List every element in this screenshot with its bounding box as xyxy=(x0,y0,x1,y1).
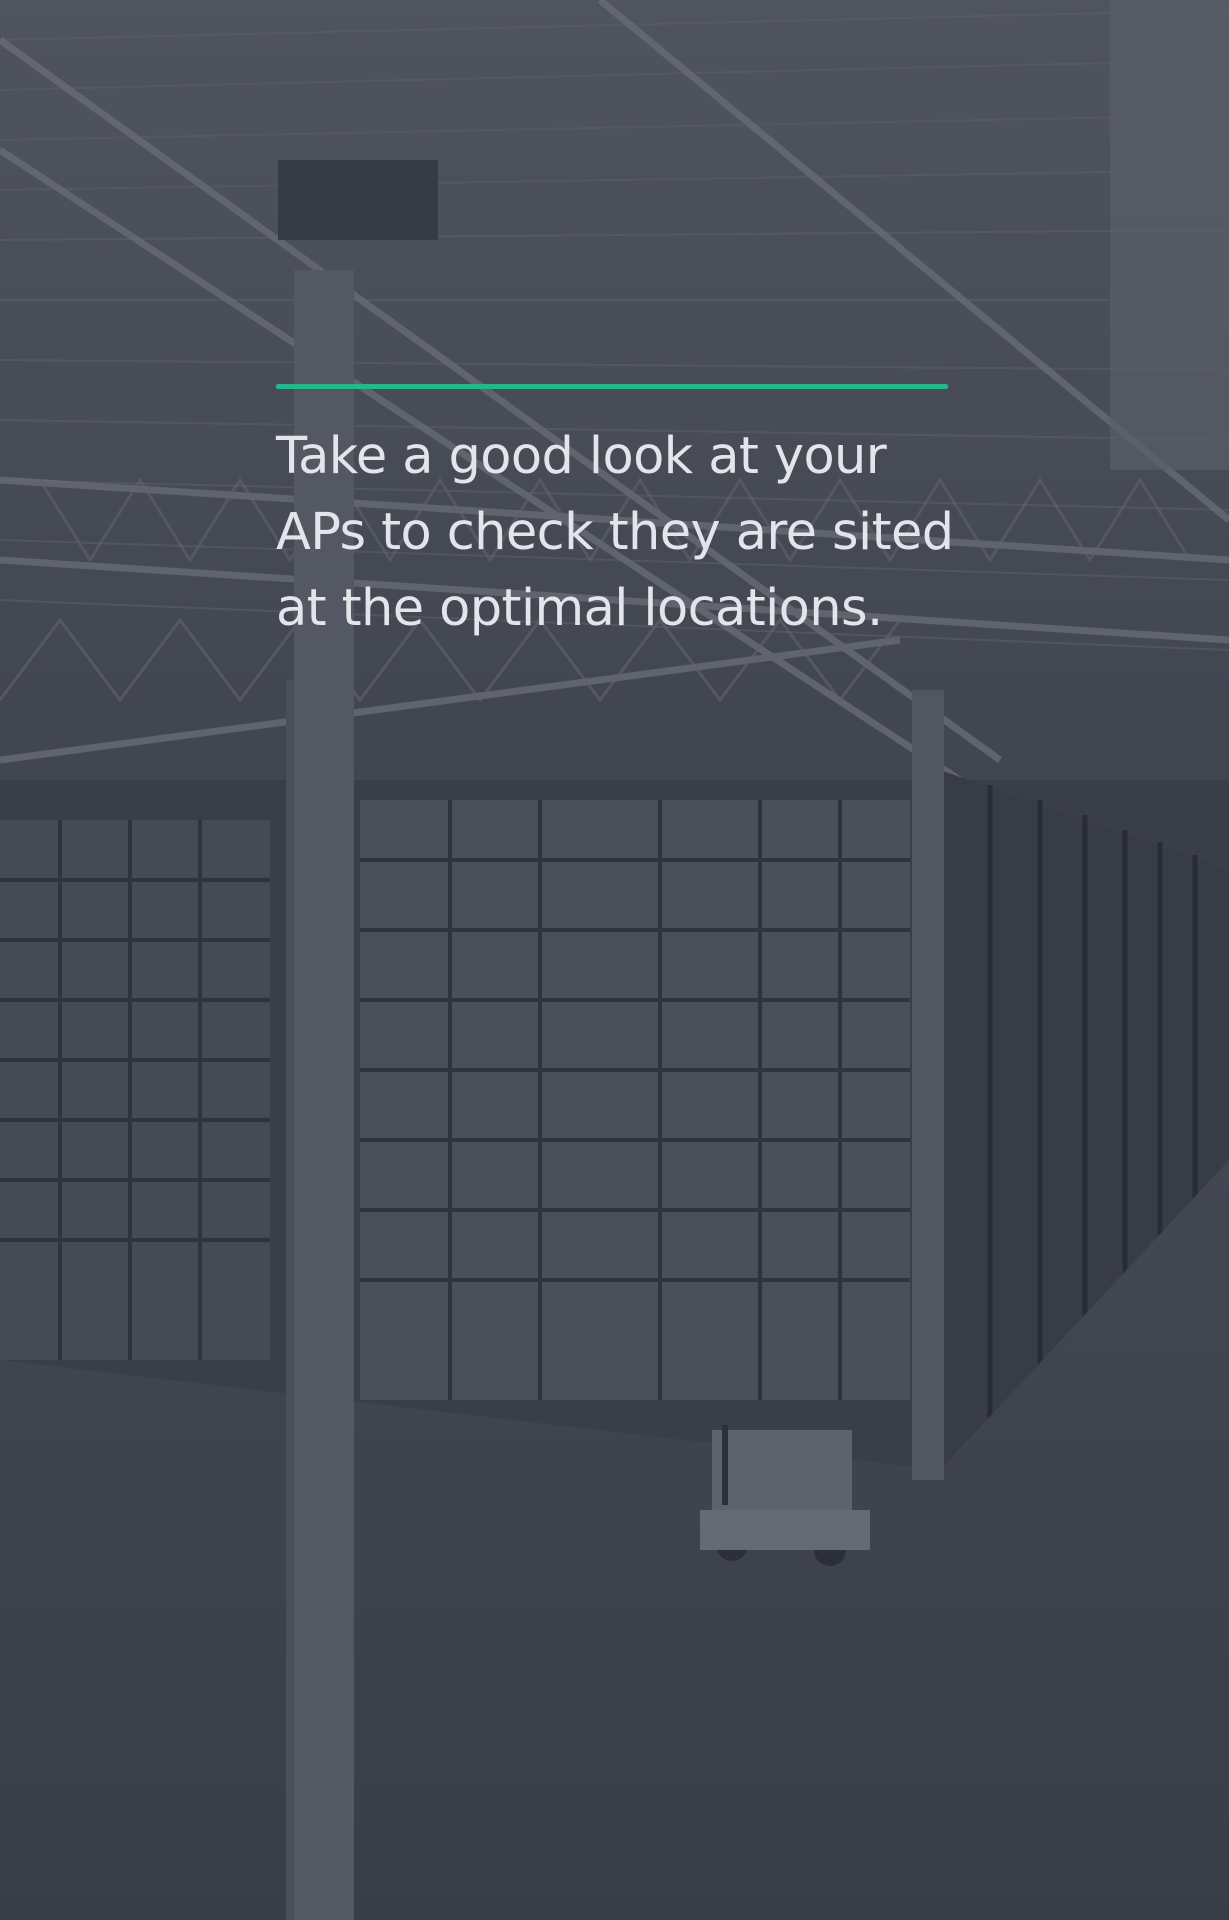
overlay-tint xyxy=(0,0,1229,1920)
warehouse-background-image xyxy=(0,0,1229,1920)
accent-divider xyxy=(276,384,948,389)
caption-block: Take a good look at your APs to check th… xyxy=(276,384,954,647)
headline-line-3: at the optimal locations. xyxy=(276,579,883,638)
headline-line-2: APs to check they are sited xyxy=(276,503,954,562)
slide: Take a good look at your APs to check th… xyxy=(0,0,1229,1920)
headline-line-1: Take a good look at your xyxy=(276,427,887,486)
headline: Take a good look at your APs to check th… xyxy=(276,419,954,647)
